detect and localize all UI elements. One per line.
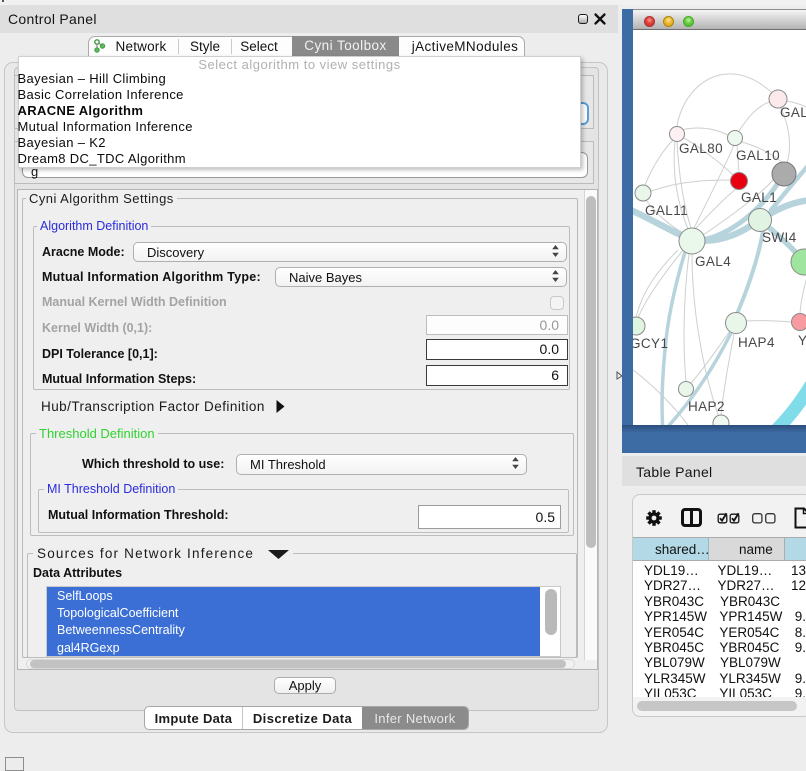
svg-text:GAL80: GAL80 — [679, 141, 723, 156]
svg-text:GAL10: GAL10 — [736, 148, 780, 163]
svg-text:SWI4: SWI4 — [762, 230, 797, 245]
svg-text:GAL4: GAL4 — [695, 254, 731, 269]
svg-text:GAL11: GAL11 — [645, 203, 688, 218]
svg-text:GCY1: GCY1 — [633, 336, 668, 351]
svg-text:GAL1: GAL1 — [741, 190, 777, 205]
svg-text:HAP4: HAP4 — [738, 335, 775, 350]
svg-text:Y: Y — [798, 333, 806, 348]
svg-text:GAL: GAL — [780, 105, 806, 120]
svg-text:HAP2: HAP2 — [688, 399, 725, 414]
